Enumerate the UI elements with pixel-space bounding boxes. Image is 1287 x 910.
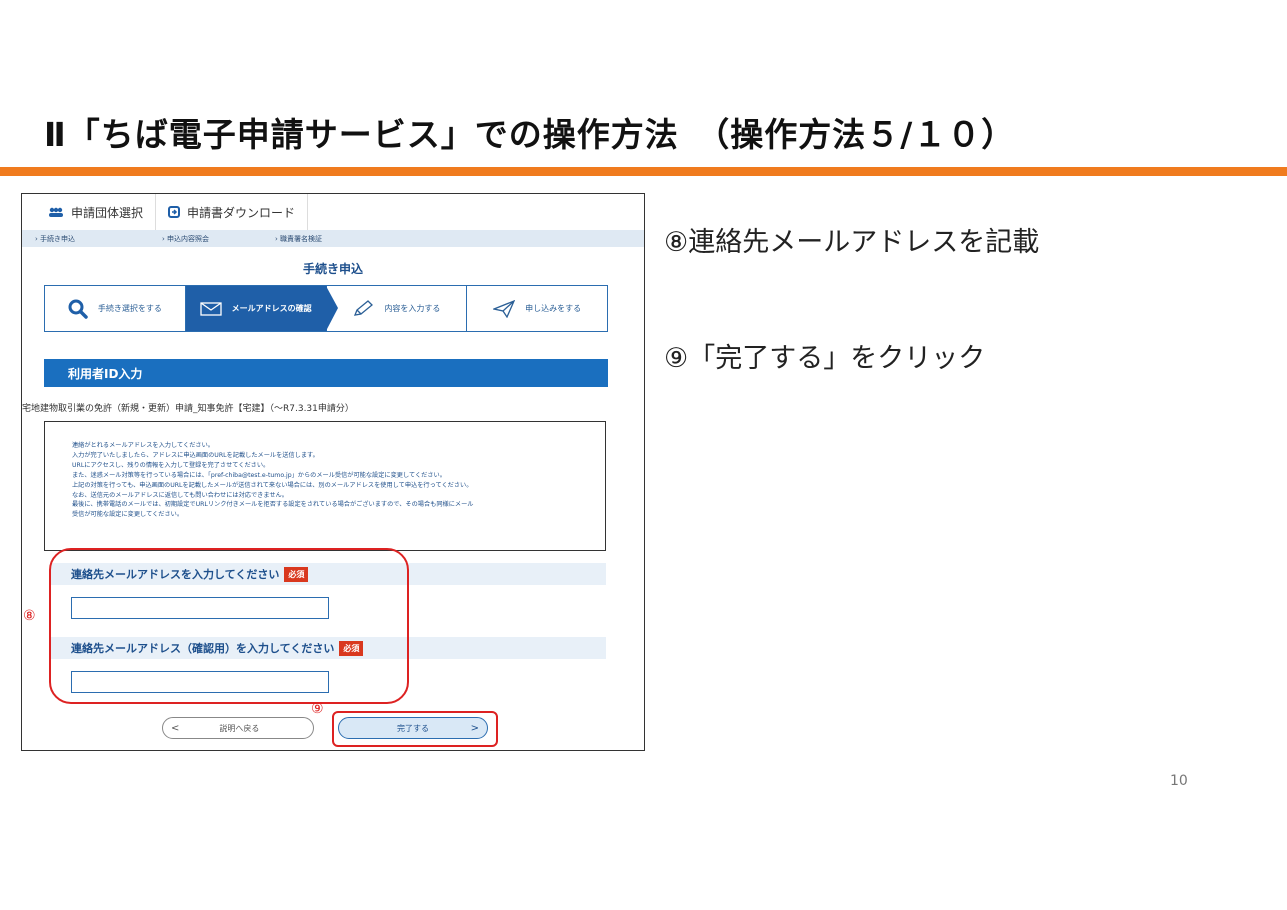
screenshot-frame: 申請団体選択 申請書ダウンロード › 手続き申込 › 申込内容照会 › 職責署名… bbox=[21, 193, 645, 751]
subnav-item-inquiry[interactable]: › 申込内容照会 bbox=[162, 234, 209, 244]
tab-download-label: 申請書ダウンロード bbox=[187, 205, 296, 220]
note-step-8: ⑧連絡先メールアドレスを記載 bbox=[664, 227, 1040, 258]
pencil-icon bbox=[354, 299, 374, 316]
tab-group-select[interactable]: 申請団体選択 bbox=[46, 194, 157, 230]
instruction-line: 連絡がとれるメールアドレスを入力してください。 bbox=[72, 442, 214, 449]
back-arrow: < bbox=[171, 722, 180, 734]
step-label: 内容を入力する bbox=[384, 304, 441, 313]
subnav: › 手続き申込 › 申込内容照会 › 職責署名検証 bbox=[22, 230, 644, 247]
instruction-line: また、迷惑メール対策等を行っている場合には、「pref-chiba@test.e… bbox=[72, 471, 446, 479]
instruction-line: URLにアクセスし、残りの情報を入力して登録を完了させてください。 bbox=[72, 461, 270, 469]
step-submit: 申し込みをする bbox=[467, 286, 607, 331]
envelope-icon bbox=[199, 301, 222, 316]
tab-group-select-label: 申請団体選択 bbox=[71, 205, 144, 220]
step-label: メールアドレスの確認 bbox=[231, 304, 312, 313]
instruction-line: 入力が完了いたしましたら、アドレスに申込画面のURLを記載したメールを送信します… bbox=[72, 451, 319, 459]
paper-plane-icon bbox=[493, 299, 516, 318]
marker-8: ⑧ bbox=[23, 608, 36, 624]
instruction-line: 最後に、携帯電話のメールでは、初期設定でURLリンク付きメールを拒否する設定をさ… bbox=[72, 501, 474, 509]
tab-download[interactable]: 申請書ダウンロード bbox=[156, 194, 309, 230]
page-number: 10 bbox=[1170, 773, 1188, 789]
marker-9: ⑨ bbox=[311, 701, 324, 717]
step-select: 手続き選択をする bbox=[45, 286, 186, 331]
section-title-bar: 利用者ID入力 bbox=[44, 359, 608, 387]
highlight-complete-button bbox=[332, 711, 498, 747]
top-tabs: 申請団体選択 申請書ダウンロード bbox=[46, 194, 309, 230]
back-button-label: 説明へ戻る bbox=[219, 723, 260, 733]
step-email: メールアドレスの確認 bbox=[185, 286, 338, 331]
highlight-email-fields bbox=[49, 548, 409, 704]
slide-title: Ⅱ「ちば電子申請サービス」での操作方法 （操作方法５/１０） bbox=[44, 115, 1016, 154]
step-indicator: 手続き選択をする メールアドレスの確認 内容を入力する 申し込みをする bbox=[44, 285, 608, 332]
search-icon bbox=[68, 299, 88, 319]
title-divider bbox=[0, 167, 1287, 176]
subnav-item-apply[interactable]: › 手続き申込 bbox=[35, 234, 75, 244]
step-label: 申し込みをする bbox=[525, 304, 582, 313]
instructions-box: 連絡がとれるメールアドレスを入力してください。 入力が完了いたしましたら、アドレ… bbox=[44, 421, 606, 551]
instruction-line: 受信が可能な設定に変更してください。 bbox=[72, 511, 184, 519]
subnav-item-signature[interactable]: › 職責署名検証 bbox=[275, 234, 322, 244]
note-step-9: ⑨「完了する」をクリック bbox=[664, 343, 986, 374]
step-input: 内容を入力する bbox=[327, 286, 468, 331]
instruction-line: なお、送信元のメールアドレスに返信しても問い合わせには対応できません。 bbox=[72, 491, 288, 499]
group-icon bbox=[49, 207, 63, 217]
application-name: 宅地建物取引業の免許（新規・更新）申請_知事免許【宅建】（～R7.3.31申請分… bbox=[22, 404, 354, 414]
instruction-line: 上記の対策を行っても、申込画面のURLを記載したメールが送信されて来ない場合には… bbox=[72, 481, 473, 489]
step-label: 手続き選択をする bbox=[97, 304, 162, 313]
download-icon bbox=[168, 206, 181, 218]
back-button[interactable]: < 説明へ戻る bbox=[162, 717, 314, 739]
panel-title: 手続き申込 bbox=[302, 262, 363, 276]
